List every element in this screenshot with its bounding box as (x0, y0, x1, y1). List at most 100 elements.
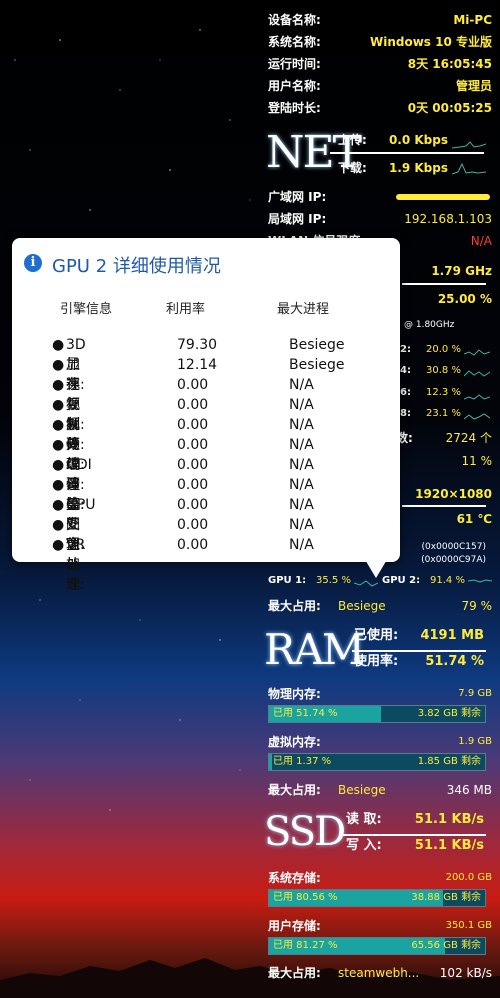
tooltip-pointer (364, 558, 388, 578)
engine-usage: 0.00 (177, 477, 209, 493)
ssd-max-row: 最大占用: steamwebh... 102 kB/s (268, 963, 492, 983)
ram-max-proc: Besiege (338, 783, 386, 797)
core-8-sparkline (464, 413, 490, 420)
os-name-value: Windows 10 专业版 (369, 35, 492, 49)
device-name-row: 设备名称: Mi-PC (268, 10, 492, 30)
bullet-icon: ● (52, 477, 65, 493)
ssd-write-value: 51.1 KB/s (414, 838, 484, 853)
download-sparkline (452, 162, 486, 175)
ram-used-label: 已使用: (354, 628, 399, 643)
core-2-sparkline (464, 349, 490, 356)
info-icon: i (24, 254, 42, 272)
core-4-sparkline (464, 370, 490, 377)
cpu-usage-value: 25.00 % (437, 292, 492, 306)
wlan-value: N/A (470, 234, 492, 248)
gpu-detail-tooltip: i GPU 2 详细使用情况 引擎信息 利用率 最大进程 ● 3D 加速: 79.3… (12, 238, 400, 593)
tooltip-title: GPU 2 详细使用情况 (52, 256, 221, 277)
ram-rate-value: 51.74 % (425, 654, 484, 669)
engine-process: N/A (289, 417, 314, 433)
gpu-temp-value: 61 ℃ (456, 512, 492, 526)
engine-process: N/A (289, 457, 314, 473)
phys-mem-used: 已用 51.74 % (273, 708, 338, 719)
gpu1-sparkline (354, 580, 378, 587)
lan-ip-row: 局域网 IP: 192.168.1.103 (268, 209, 492, 229)
ssd-max-proc: steamwebh... (338, 966, 420, 980)
core-6-label: 6: (400, 387, 411, 398)
sys-storage-row: 系统存储: 200.0 GB (268, 868, 492, 888)
virt-mem-bar: 已用 1.37 % 1.85 GB 剩余 (268, 753, 486, 771)
login-duration-label: 登陆时长: (268, 101, 321, 115)
engine-usage: 0.00 (177, 537, 209, 553)
core-4-value: 30.8 % (426, 365, 461, 376)
net-divider (330, 152, 484, 154)
engine-usage: 0.00 (177, 437, 209, 453)
bullet-icon: ● (52, 517, 65, 533)
bullet-icon: ● (52, 497, 65, 513)
core-6-row: 6: 12.3 % (400, 387, 490, 403)
engine-usage: 12.14 (177, 357, 218, 373)
core-8-label: 8: (400, 408, 411, 419)
user-name-row: 用户名称: 管理员 (268, 76, 492, 96)
engine-usage: 0.00 (177, 517, 209, 533)
device-name-label: 设备名称: (268, 13, 321, 27)
sys-storage-used: 已用 80.56 % (273, 892, 338, 903)
user-name-value: 管理员 (455, 79, 492, 93)
sys-storage-label: 系统存储: (268, 871, 321, 885)
user-storage-bar: 已用 81.27 % 65.56 GB 剩余 (268, 937, 486, 955)
wan-ip-redacted (396, 194, 490, 200)
engine-usage: 0.00 (177, 397, 209, 413)
header-process: 最大进程 (277, 302, 330, 317)
wan-ip-label: 广域网 IP: (268, 190, 327, 204)
core-2-label: 2: (400, 344, 411, 355)
gpu-divider (402, 505, 486, 507)
bullet-icon: ● (52, 357, 65, 373)
engine-usage: 0.00 (177, 457, 209, 473)
core-6-value: 12.3 % (426, 387, 461, 398)
cpu-base-freq: @ 1.80GHz (404, 320, 455, 330)
upload-sparkline (452, 141, 486, 149)
resolution-value: 1920×1080 (415, 487, 492, 501)
engine-process: N/A (289, 537, 314, 553)
engine-process: Besiege (289, 337, 345, 353)
ram-used-row: 已使用: 4191 MB (354, 626, 484, 646)
gpu-max-value: 79 % (461, 599, 493, 613)
ram-used-value: 4191 MB (420, 628, 484, 643)
ssd-max-value: 102 kB/s (439, 966, 492, 980)
ram-max-label: 最大占用: (268, 783, 321, 797)
lan-ip-value: 192.168.1.103 (404, 212, 492, 226)
engine-process: N/A (289, 497, 314, 513)
os-name-row: 系统名称: Windows 10 专业版 (268, 32, 492, 52)
bullet-icon: ● (52, 397, 65, 413)
upload-value: 0.0 Kbps (388, 133, 448, 147)
gpu-max-label: 最大占用: (268, 599, 321, 613)
upload-label: 上传: (338, 133, 367, 147)
uptime-value: 8天 16:05:45 (407, 57, 492, 71)
ram-rate-row: 使用率: 51.74 % (354, 652, 484, 672)
download-value: 1.9 Kbps (388, 161, 448, 175)
ram-max-row: 最大占用: Besiege 346 MB (268, 780, 492, 800)
core-4-row: 4: 30.8 % (400, 365, 490, 381)
gpu1-device-id: (0x0000C157) (421, 542, 486, 552)
user-storage-row: 用户存储: 350.1 GB (268, 916, 492, 936)
engine-usage: 0.00 (177, 497, 209, 513)
ssd-read-value: 51.1 KB/s (414, 812, 484, 827)
ssd-read-label: 读 取: (346, 812, 382, 827)
user-storage-total: 350.1 GB (445, 920, 492, 931)
gpu1-label: GPU 1: (268, 575, 307, 586)
header-engine: 引擎信息 (60, 302, 113, 317)
bullet-icon: ● (52, 337, 65, 353)
gpu-max-proc: Besiege (338, 599, 386, 613)
ram-rate-label: 使用率: (354, 654, 399, 669)
phys-mem-label: 物理内存: (268, 687, 321, 701)
core-2-value: 20.0 % (426, 344, 461, 355)
ram-max-value: 346 MB (446, 783, 492, 797)
login-duration-value: 0天 00:05:25 (407, 101, 492, 115)
engine-usage: 0.00 (177, 417, 209, 433)
gpu2-value: 91.4 % (430, 575, 465, 586)
uptime-row: 运行时间: 8天 16:05:45 (268, 54, 492, 74)
sys-storage-total: 200.0 GB (445, 872, 492, 883)
bullet-icon: ● (52, 457, 65, 473)
phys-mem-row: 物理内存: 7.9 GB (268, 684, 492, 704)
virt-mem-total: 1.9 GB (458, 736, 492, 747)
core-4-label: 4: (400, 365, 411, 376)
